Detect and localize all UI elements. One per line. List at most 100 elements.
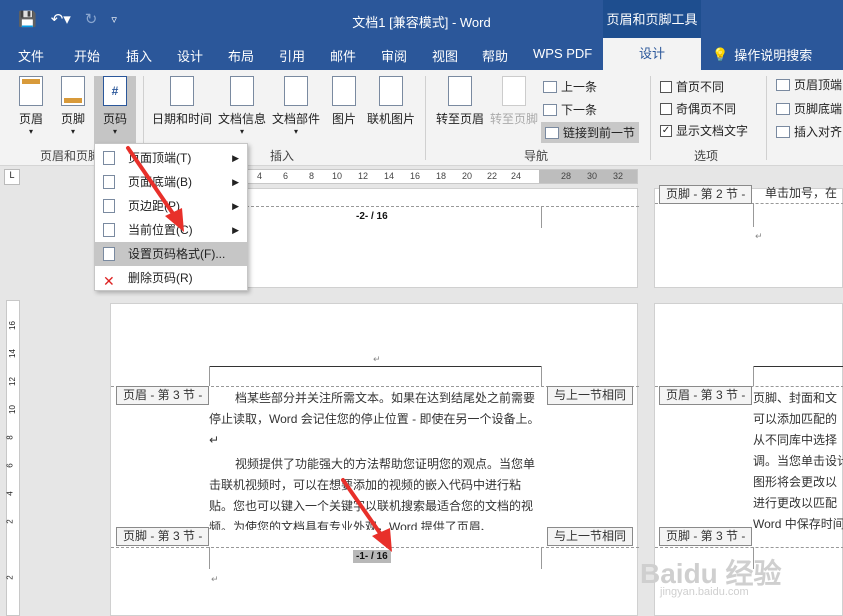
link-to-previous-button[interactable]: 链接到前一节	[541, 122, 640, 143]
doc-parts-label: 文档部件	[271, 112, 320, 126]
footer-section-tag-right: 页脚 - 第 3 节 -	[659, 527, 753, 546]
title-bar: 💾 ↶▾ ↻ ▿ 文档1 [兼容模式] - Word 页眉和页脚工具	[0, 0, 843, 38]
page-number-field-selected[interactable]: -1- / 16	[353, 550, 391, 563]
next-button[interactable]: 下一条	[543, 101, 597, 118]
paragraph-mark: ↵	[755, 231, 763, 241]
calendar-icon	[170, 76, 194, 106]
vruler-tick: 2	[5, 519, 15, 524]
group-insert-label: 插入	[270, 149, 295, 163]
ruler-tick: 4	[257, 171, 263, 181]
text-line: 图形将会更改以	[753, 475, 838, 489]
footer-boundary	[111, 547, 639, 548]
menu-item-label: 页面顶端(T)	[128, 151, 192, 165]
footer-bottom-button[interactable]: 页脚底端	[776, 100, 842, 117]
date-time-button[interactable]: 日期和时间	[150, 76, 214, 127]
tab-home[interactable]: 开始	[74, 46, 100, 65]
doc-parts-button[interactable]: 文档部件 ▾	[270, 76, 322, 136]
text-line: 调。当您单击设计	[753, 454, 843, 468]
body-paragraph-right[interactable]: 页脚、封面和文 可以添加匹配的 从不同库中选择 调。当您单击设计 图形将会更改以…	[753, 388, 843, 535]
different-first-page-label: 首页不同	[676, 80, 725, 94]
tab-mailings[interactable]: 邮件	[330, 46, 356, 65]
tab-references[interactable]: 引用	[279, 46, 305, 65]
link-to-previous-label: 链接到前一节	[563, 126, 636, 140]
text-line: Word 中保存时间	[753, 517, 843, 531]
group-options-label: 选项	[694, 149, 719, 163]
menu-item-bottom-of-page[interactable]: 页面底端(B) ▶	[95, 170, 247, 194]
checkbox-unchecked-icon	[660, 80, 672, 93]
show-document-text-label: 显示文档文字	[676, 124, 749, 138]
goto-footer-button[interactable]: 转至页脚	[486, 76, 542, 127]
page-number-button[interactable]: # 页码 ▾	[94, 76, 136, 144]
menu-item-current-position[interactable]: 当前位置(C) ▶	[95, 218, 247, 242]
different-first-page-checkbox[interactable]: 首页不同	[660, 78, 724, 95]
insert-align-tab-button[interactable]: 插入对齐	[776, 123, 842, 140]
ruler-tick: 8	[309, 171, 315, 181]
margin-corner	[753, 203, 754, 227]
tab-design-doc[interactable]: 设计	[177, 46, 203, 65]
margin-corner	[209, 547, 210, 569]
header-footer-tools-title: 页眉和页脚工具	[603, 0, 701, 38]
margin-corner	[753, 366, 754, 386]
header-button[interactable]: 页眉 ▾	[8, 76, 54, 136]
group-separator	[425, 76, 426, 160]
body-paragraph[interactable]: 档某些部分并关注所需文本。如果在达到结尾处之前需要停止读取，Word 会记住您的…	[209, 388, 541, 451]
tab-insert[interactable]: 插入	[126, 46, 152, 65]
header-rule	[753, 366, 843, 367]
margin-corner	[209, 366, 210, 386]
prev-button[interactable]: 上一条	[543, 78, 597, 95]
tab-file[interactable]: 文件	[18, 46, 44, 65]
group-header-footer-label: 页眉和页脚	[40, 149, 101, 163]
goto-header-button[interactable]: 转至页眉	[432, 76, 488, 127]
header-top-label: 页眉顶端	[794, 78, 843, 92]
tab-design-hf[interactable]: 设计	[603, 38, 701, 70]
menu-item-remove-page-numbers[interactable]: ✕ 删除页码(R)	[95, 266, 247, 290]
link-icon	[545, 126, 559, 139]
picture-button[interactable]: 图片	[326, 76, 362, 127]
menu-item-page-margins[interactable]: 页边距(P) ▶	[95, 194, 247, 218]
margin-corner	[541, 366, 542, 386]
page-2[interactable]: ↵ 页眉 - 第 3 节 - 与上一节相同 档某些部分并关注所需文本。如果在达到…	[110, 303, 639, 616]
body-text-fragment[interactable]: 单击加号，在	[765, 183, 843, 201]
page-number-field[interactable]: -2- / 16	[356, 211, 388, 222]
text-line: 页脚、封面和文	[753, 391, 838, 405]
goto-footer-label: 转至页脚	[489, 112, 538, 126]
show-document-text-checkbox[interactable]: ✓ 显示文档文字	[660, 122, 748, 139]
menu-item-top-of-page[interactable]: 页面顶端(T) ▶	[95, 146, 247, 170]
header-top-button[interactable]: 页眉顶端	[776, 76, 842, 93]
insert-align-icon	[776, 125, 790, 138]
tab-selector[interactable]: L	[4, 169, 20, 185]
checkmark-icon: ✓	[660, 124, 672, 137]
online-picture-button[interactable]: 联机图片	[364, 76, 418, 127]
group-separator	[650, 76, 651, 160]
page-right-top[interactable]: 页脚 - 第 2 节 - 单击加号，在 ↵	[654, 185, 843, 288]
goto-header-label: 转至页眉	[435, 112, 484, 126]
tab-help[interactable]: 帮助	[482, 46, 508, 65]
vruler-tick: 10	[7, 405, 17, 414]
ruler-tick: 18	[436, 171, 447, 181]
different-odd-even-checkbox[interactable]: 奇偶页不同	[660, 100, 736, 117]
next-label: 下一条	[561, 103, 598, 117]
vruler-tick: 2	[5, 575, 15, 580]
margin-corner	[541, 206, 542, 228]
insert-align-label: 插入对齐	[794, 125, 843, 139]
footer-button[interactable]: 页脚 ▾	[50, 76, 96, 136]
picture-label: 图片	[331, 112, 356, 126]
footer-icon	[61, 76, 85, 106]
page-number-menu: 页面顶端(T) ▶ 页面底端(B) ▶ 页边距(P) ▶ 当前位置(C) ▶ 设…	[94, 143, 248, 291]
ruler-tick: 12	[358, 171, 369, 181]
body-paragraph[interactable]: 视频提供了功能强大的方法帮助您证明您的观点。当您单击联机视频时，可以在想要添加的…	[209, 454, 541, 530]
ruler-tick: 24	[511, 171, 522, 181]
menu-item-format-page-numbers[interactable]: 设置页码格式(F)...	[95, 242, 247, 266]
footer-bottom-label: 页脚底端	[794, 102, 843, 116]
vertical-ruler[interactable]: 16 14 12 10 8 6 4 2 2	[6, 300, 20, 616]
tab-layout[interactable]: 布局	[228, 46, 254, 65]
tab-review[interactable]: 审阅	[381, 46, 407, 65]
doc-info-button[interactable]: 文档信息 ▾	[216, 76, 268, 136]
prev-label: 上一条	[561, 80, 598, 94]
page-number-button-label: 页码	[102, 112, 127, 126]
tab-view[interactable]: 视图	[432, 46, 458, 65]
vruler-tick: 14	[7, 349, 17, 358]
tell-me-search[interactable]: 💡 操作说明搜索	[712, 45, 812, 64]
current-position-icon	[103, 223, 115, 237]
tab-wps-pdf[interactable]: WPS PDF	[533, 46, 592, 61]
